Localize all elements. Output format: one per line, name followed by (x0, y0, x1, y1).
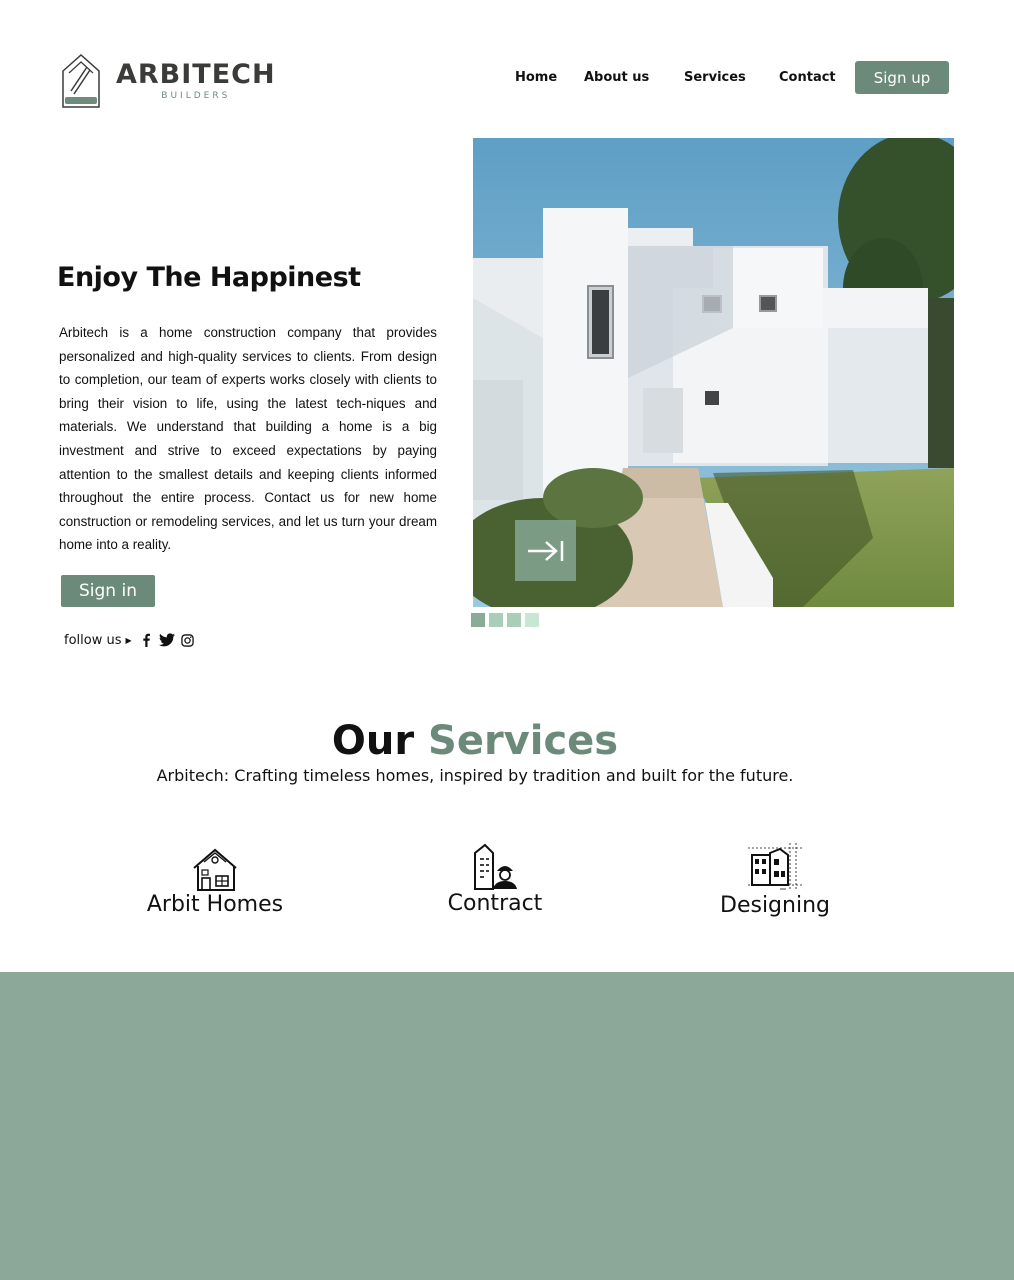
services-title: Our Services (0, 718, 950, 764)
builder-icon (474, 843, 517, 890)
carousel-dot-1[interactable] (471, 613, 485, 627)
service-designing[interactable]: Designing (705, 843, 845, 918)
signin-button[interactable]: Sign in (61, 575, 155, 607)
service-label: Arbit Homes (146, 892, 284, 917)
facebook-icon[interactable] (137, 631, 155, 649)
carousel-dot-2[interactable] (489, 613, 503, 627)
logo-house-icon (62, 53, 100, 108)
service-contract[interactable]: Contract (430, 843, 560, 916)
hero-description: Arbitech is a home construction company … (59, 325, 437, 553)
service-arbit-homes[interactable]: Arbit Homes (130, 846, 300, 917)
play-arrow-icon: ▶ (125, 635, 132, 645)
service-label: Contract (447, 891, 543, 916)
house-icon (193, 848, 237, 891)
brand-text: ARBITECH BUILDERS (116, 60, 276, 102)
arrow-to-end-icon (527, 540, 563, 561)
nav-contact[interactable]: Contact (779, 70, 836, 90)
carousel-dot-3[interactable] (507, 613, 521, 627)
carousel-next-button[interactable] (515, 520, 576, 581)
nav-about[interactable]: About us (584, 70, 649, 90)
carousel-indicators (471, 613, 539, 627)
brand-name: ARBITECH (116, 59, 276, 90)
twitter-icon[interactable] (158, 631, 176, 649)
signup-button[interactable]: Sign up (855, 61, 949, 94)
carousel-dot-4[interactable] (525, 613, 539, 627)
brand-logo[interactable]: ARBITECH BUILDERS (60, 52, 290, 110)
hero-title: Enjoy The Happinest (57, 262, 361, 293)
services-title-part2: Services (428, 718, 619, 764)
brand-tagline: BUILDERS (161, 91, 231, 101)
services-title-part1: Our (331, 718, 415, 764)
services-subtitle: Arbitech: Crafting timeless homes, inspi… (156, 766, 794, 785)
follow-us: follow us ▶ (64, 631, 200, 649)
instagram-icon[interactable] (179, 631, 197, 649)
nav-home[interactable]: Home (515, 70, 557, 90)
follow-label: follow us (64, 632, 122, 648)
service-label: Designing (720, 893, 830, 918)
blueprint-icon (748, 843, 802, 890)
nav-services[interactable]: Services (684, 70, 746, 90)
footer-band (0, 972, 1014, 1280)
